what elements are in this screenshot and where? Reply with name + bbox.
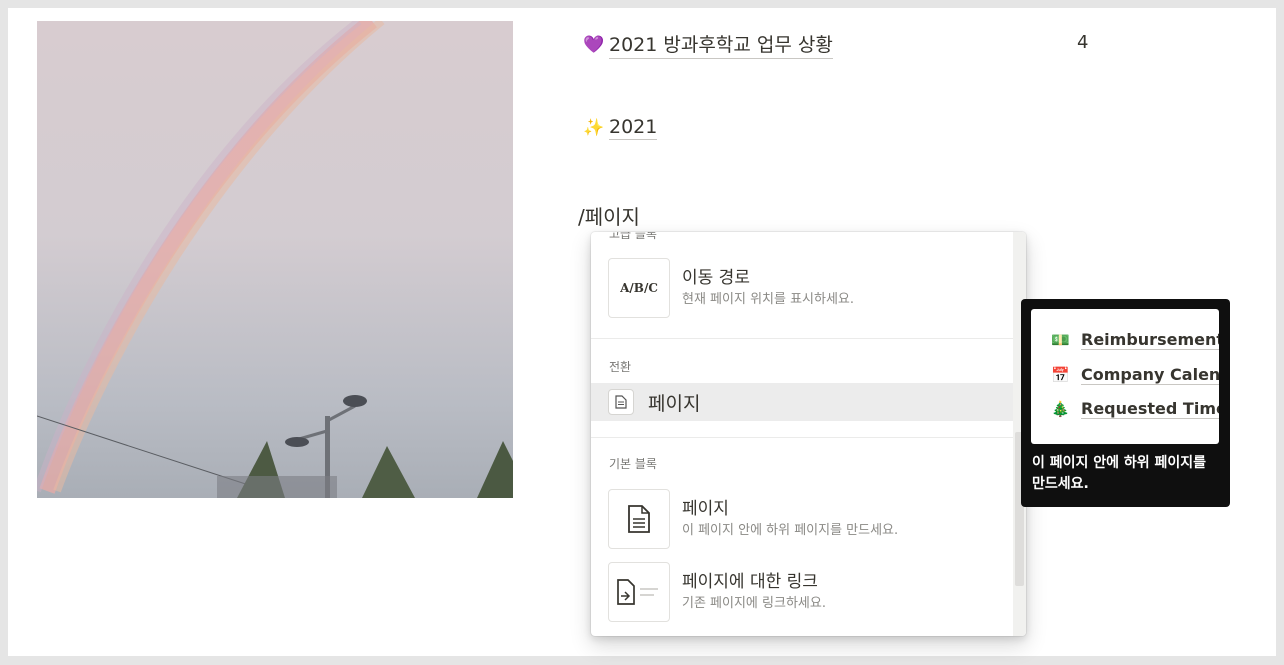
divider <box>591 338 1013 339</box>
preview-row: 📅 Company Calendar <box>1051 365 1219 385</box>
menu-item-label: 페이지 <box>648 392 701 415</box>
page-link-title[interactable]: 2021 <box>609 116 658 140</box>
link-page-icon <box>608 562 670 622</box>
purple-heart-icon: 💜 <box>583 34 605 55</box>
page-preview: 💵 Reimbursement 📅 Company Calendar 🎄 Req… <box>1031 309 1219 444</box>
slash-command-input[interactable]: /페이지 <box>578 201 640 230</box>
tree-icon: 🎄 <box>1051 400 1070 418</box>
menu-item-link-to-page[interactable]: 페이지에 대한 링크 기존 페이지에 링크하세요. <box>591 560 1013 624</box>
tooltip-text: 이 페이지 안에 하위 페이지를 만드세요. <box>1032 455 1207 492</box>
preview-row: 💵 Reimbursement <box>1051 330 1219 350</box>
menu-item-title: 페이지에 대한 링크 <box>682 572 818 592</box>
divider <box>591 437 1013 438</box>
page-icon <box>608 389 634 415</box>
preview-row: 🎄 Requested Time <box>1051 399 1219 419</box>
money-icon: 💵 <box>1051 331 1070 349</box>
menu-item-page[interactable]: 페이지 이 페이지 안에 하위 페이지를 만드세요. <box>591 487 1013 551</box>
section-header-advanced: 고급 블록 <box>609 232 657 241</box>
menu-item-convert-page[interactable]: 페이지 <box>591 383 1013 421</box>
section-header-basic: 기본 블록 <box>609 457 657 471</box>
breadcrumb-thumbnail: A/B/C <box>608 258 670 318</box>
menu-item-desc: 현재 페이지 위치를 표시하세요. <box>682 292 855 307</box>
page-link-title[interactable]: 2021 방과후학교 업무 상황 <box>609 30 833 59</box>
calendar-icon: 📅 <box>1051 366 1070 384</box>
hover-preview-tooltip: 💵 Reimbursement 📅 Company Calendar 🎄 Req… <box>1021 299 1230 507</box>
breadcrumb-thumb-text: A/B/C <box>620 281 658 295</box>
rainbow-photo <box>37 21 513 498</box>
menu-item-title: 이동 경로 <box>682 268 750 288</box>
page-link-row[interactable]: ✨ 2021 <box>583 116 658 140</box>
sparkles-icon: ✨ <box>583 118 605 138</box>
menu-item-breadcrumb[interactable]: A/B/C 이동 경로 현재 페이지 위치를 표시하세요. <box>591 256 1013 320</box>
menu-item-title: 페이지 <box>682 499 729 519</box>
menu-item-desc: 이 페이지 안에 하위 페이지를 만드세요. <box>682 523 899 538</box>
slash-command-menu: 고급 블록 A/B/C 이동 경로 현재 페이지 위치를 표시하세요. 전환 페… <box>591 232 1026 636</box>
page-icon <box>608 489 670 549</box>
page-canvas: 💜 2021 방과후학교 업무 상황 4 ✨ 2021 /페이지 고급 블록 A… <box>8 8 1276 656</box>
section-header-convert: 전환 <box>609 360 632 374</box>
row-count: 4 <box>1077 32 1089 53</box>
page-link-row[interactable]: 💜 2021 방과후학교 업무 상황 <box>583 30 833 59</box>
menu-item-desc: 기존 페이지에 링크하세요. <box>682 596 826 611</box>
